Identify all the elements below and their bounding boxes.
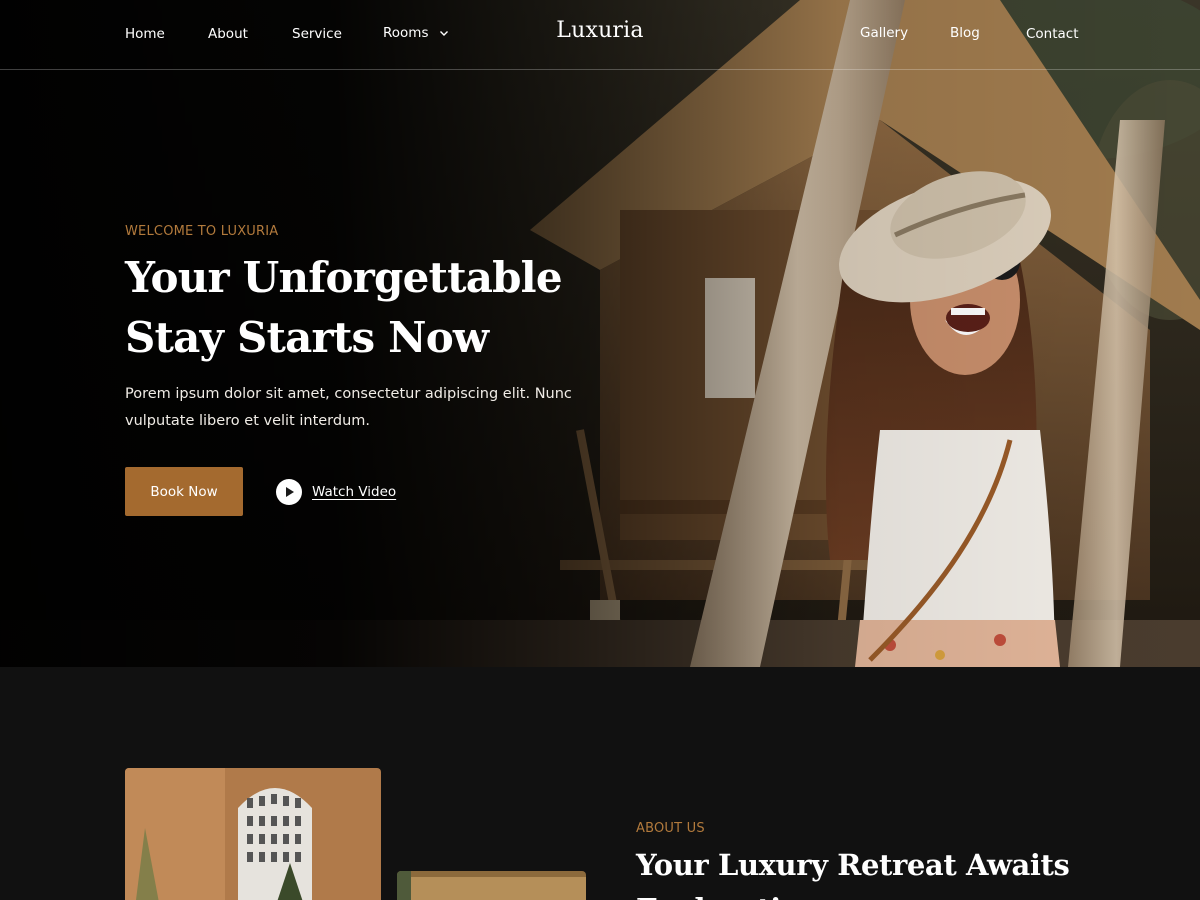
hero-description: Porem ipsum dolor sit amet, consectetur … <box>125 386 572 429</box>
play-icon <box>276 479 302 505</box>
about-title: Your Luxury Retreat Awaits Exploration <box>636 848 1070 900</box>
about-image-doorway <box>125 768 381 900</box>
nav-blog[interactable]: Blog <box>950 25 980 41</box>
watch-video-label: Watch Video <box>312 484 397 500</box>
about-image-secondary <box>397 871 586 900</box>
book-now-button[interactable]: Book Now <box>125 467 243 516</box>
hero-title: Your Unforgettable Stay Starts Now <box>125 253 563 362</box>
doorway-photo <box>125 768 381 900</box>
nav-rooms-label: Rooms <box>383 25 429 41</box>
nav-gallery[interactable]: Gallery <box>860 25 908 41</box>
watch-video-link[interactable]: Watch Video <box>276 479 396 505</box>
top-navigation: Home About Service Rooms Luxuria Gallery… <box>0 0 1200 70</box>
chevron-down-icon <box>439 31 448 36</box>
about-eyebrow: ABOUT US <box>636 821 705 836</box>
about-section: ABOUT US Your Luxury Retreat Awaits Expl… <box>0 667 1200 900</box>
nav-about[interactable]: About <box>208 26 248 42</box>
nav-contact[interactable]: Contact <box>1026 26 1079 42</box>
nav-service[interactable]: Service <box>292 26 342 42</box>
hero-eyebrow: WELCOME TO LUXURIA <box>125 224 279 239</box>
hero-section: Home About Service Rooms Luxuria Gallery… <box>0 0 1200 667</box>
brand-logo[interactable]: Luxuria <box>556 18 643 43</box>
nav-rooms[interactable]: Rooms <box>383 25 449 41</box>
interior-photo <box>397 871 586 900</box>
nav-home[interactable]: Home <box>125 26 165 42</box>
